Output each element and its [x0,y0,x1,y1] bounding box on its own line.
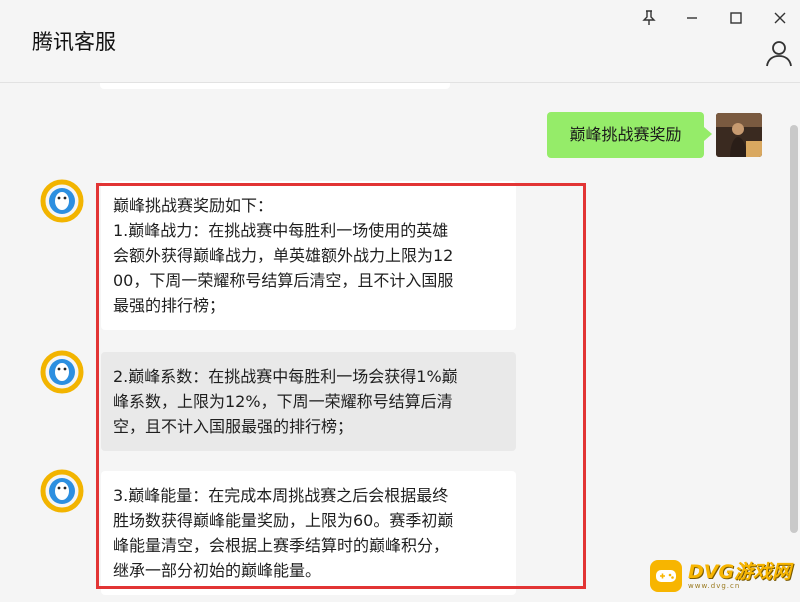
gamepad-icon [650,560,682,592]
tencent-qq-penguin-icon[interactable] [40,179,84,223]
title-bar: 腾讯客服 [0,0,800,83]
watermark-url: www.dvg.cn [688,582,741,590]
user-icon[interactable] [764,38,794,68]
pin-icon[interactable] [637,6,661,30]
received-message-bubble: 2.巅峰系数：在挑战赛中每胜利一场会获得1%巅 峰系数，上限为12%，下周一荣耀… [101,352,516,451]
message-text: 3.巅峰能量：在完成本周挑战赛之后会根据最终 胜场数获得巅峰能量奖励，上限为60… [113,486,454,580]
close-icon[interactable] [768,6,792,30]
received-message-bubble: 3.巅峰能量：在完成本周挑战赛之后会根据最终 胜场数获得巅峰能量奖励，上限为60… [101,471,516,595]
chat-area[interactable]: 巅峰挑战赛奖励 巅峰挑战赛奖励如下： 1.巅峰战力：在挑战赛中每胜利一场使用的英… [0,83,800,602]
message-text: 巅峰挑战赛奖励如下： 1.巅峰战力：在挑战赛中每胜利一场使用的英雄 会额外获得巅… [113,196,454,315]
tencent-qq-penguin-icon[interactable] [40,469,84,513]
minimize-icon[interactable] [680,6,704,30]
scrollbar[interactable] [790,125,798,533]
previous-message-bubble [100,83,450,89]
message-text: 2.巅峰系数：在挑战赛中每胜利一场会获得1%巅 峰系数，上限为12%，下周一荣耀… [113,367,458,436]
watermark: DVG游戏网 www.dvg.cn [650,558,791,594]
sent-message-bubble: 巅峰挑战赛奖励 [547,112,712,158]
maximize-icon[interactable] [724,6,748,30]
tencent-qq-penguin-icon[interactable] [40,350,84,394]
received-message-bubble: 巅峰挑战赛奖励如下： 1.巅峰战力：在挑战赛中每胜利一场使用的英雄 会额外获得巅… [101,181,516,330]
window-title: 腾讯客服 [32,30,116,54]
watermark-brand: DVG游戏网 [688,561,792,583]
user-avatar[interactable] [716,113,762,157]
